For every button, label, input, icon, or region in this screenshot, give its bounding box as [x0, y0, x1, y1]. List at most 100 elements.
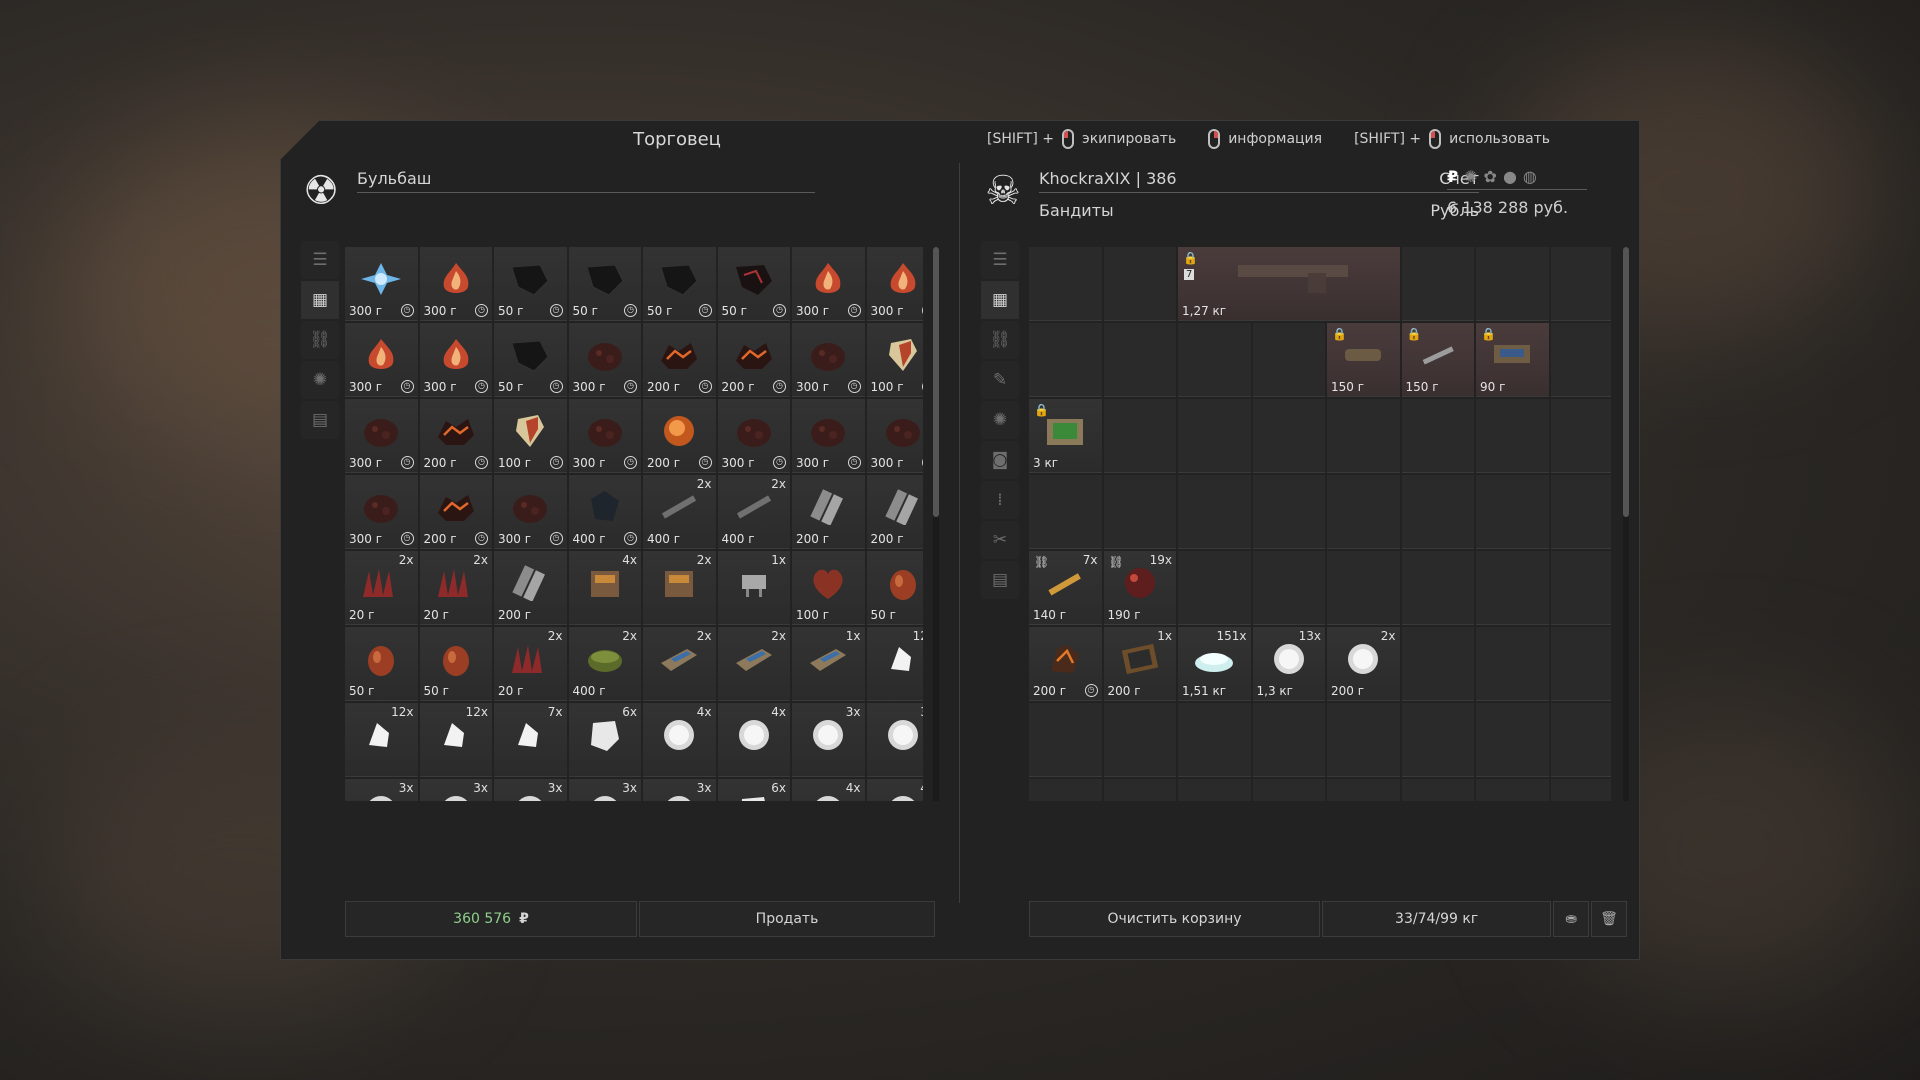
player-item-slot[interactable] — [1029, 779, 1102, 801]
tab-artifacts[interactable]: ✺ — [301, 361, 339, 399]
pistol-item-slot[interactable]: 🔒 7 1,27 кг — [1178, 247, 1400, 321]
tab-ammo[interactable]: ⁞ — [981, 481, 1019, 519]
tab-list[interactable]: ☰ — [981, 241, 1019, 279]
sell-button[interactable]: Продать — [639, 901, 935, 937]
ruble-icon[interactable]: ₽ — [1447, 167, 1458, 186]
player-item-slot[interactable] — [1252, 399, 1325, 473]
trader-item-slot[interactable]: 50 г — [866, 551, 923, 625]
player-item-slot[interactable] — [1550, 551, 1611, 625]
player-item-slot[interactable] — [1550, 779, 1611, 801]
trader-scrollbar[interactable] — [933, 247, 939, 801]
player-item-slot[interactable] — [1178, 551, 1251, 625]
trader-item-slot[interactable]: 300 г ◷ — [792, 399, 865, 473]
trader-item-slot[interactable]: 2x 20 г — [419, 551, 492, 625]
trader-item-slot[interactable]: 4x — [568, 551, 641, 625]
tab-tools[interactable]: ✂ — [981, 521, 1019, 559]
player-item-slot[interactable] — [1550, 703, 1611, 777]
trader-item-slot[interactable]: 2x 400 г — [717, 475, 790, 549]
trader-item-slot[interactable]: 300 г ◷ — [568, 323, 641, 397]
player-item-slot[interactable] — [1103, 779, 1176, 801]
player-item-slot[interactable] — [1029, 703, 1102, 777]
trader-item-slot[interactable]: 12x — [345, 703, 418, 777]
trader-item-slot[interactable]: 2x — [717, 627, 790, 701]
tab-list[interactable]: ☰ — [301, 241, 339, 279]
tab-containers[interactable]: ▤ — [301, 401, 339, 439]
trader-item-slot[interactable]: 400 г ◷ — [568, 475, 641, 549]
trader-item-slot[interactable]: 50 г ◷ — [643, 247, 716, 321]
player-item-slot[interactable] — [1327, 703, 1400, 777]
trader-item-slot[interactable]: 2x — [643, 551, 716, 625]
trader-item-slot[interactable]: 200 г ◷ — [419, 399, 492, 473]
trader-item-slot[interactable]: 300 г ◷ — [345, 323, 418, 397]
trader-item-slot[interactable]: 100 г ◷ — [866, 323, 923, 397]
globe-currency-icon[interactable]: ◍ — [1523, 167, 1537, 186]
pda-item-slot[interactable]: 🔒 3 кг — [1029, 399, 1102, 473]
player-item-slot[interactable] — [1401, 399, 1474, 473]
trader-item-slot[interactable]: 2x 20 г — [345, 551, 418, 625]
player-scrollbar[interactable] — [1623, 247, 1629, 801]
trader-item-slot[interactable]: 6x — [568, 703, 641, 777]
trader-item-slot[interactable]: 300 г ◷ — [792, 247, 865, 321]
player-item-slot[interactable] — [1029, 323, 1102, 397]
player-item-slot[interactable] — [1401, 703, 1474, 777]
trader-item-slot[interactable]: 300 г ◷ — [345, 399, 418, 473]
player-item-slot[interactable] — [1252, 475, 1325, 549]
trader-item-slot[interactable]: 50 г ◷ — [717, 247, 790, 321]
trader-item-slot[interactable]: 4x — [866, 779, 923, 801]
trader-item-slot[interactable]: 300 г ◷ — [866, 247, 923, 321]
trader-item-slot[interactable]: 3x — [792, 703, 865, 777]
player-item-slot[interactable] — [1103, 475, 1176, 549]
trader-item-slot[interactable]: 200 г ◷ — [643, 323, 716, 397]
player-item-slot[interactable] — [1178, 399, 1251, 473]
trader-item-slot[interactable]: 300 г ◷ — [494, 475, 567, 549]
trader-item-slot[interactable]: 300 г ◷ — [419, 323, 492, 397]
trader-item-slot[interactable]: 2x 400 г — [568, 627, 641, 701]
tab-knives[interactable]: ✎ — [981, 361, 1019, 399]
player-item-slot[interactable] — [1476, 703, 1549, 777]
trader-item-slot[interactable]: 300 г ◷ — [345, 475, 418, 549]
trader-item-slot[interactable]: 300 г ◷ — [345, 247, 418, 321]
player-item-slot[interactable]: 2x 200 г — [1327, 627, 1400, 701]
trader-item-slot[interactable]: 4x — [643, 703, 716, 777]
player-item-slot[interactable]: 1x 200 г — [1103, 627, 1176, 701]
player-item-slot[interactable] — [1550, 627, 1611, 701]
trader-item-slot[interactable]: 50 г ◷ — [494, 323, 567, 397]
player-item-slot[interactable] — [1401, 627, 1474, 701]
tab-grid[interactable]: ▦ — [981, 281, 1019, 319]
gear-currency-icon[interactable]: ✺ — [1464, 167, 1477, 186]
player-item-slot[interactable] — [1029, 247, 1102, 321]
trader-item-slot[interactable]: 3x — [643, 779, 716, 801]
player-item-slot[interactable] — [1476, 399, 1549, 473]
trader-item-slot[interactable]: 200 г ◷ — [643, 399, 716, 473]
trader-item-slot[interactable]: 12x — [866, 627, 923, 701]
player-item-slot[interactable]: 200 г ◷ — [1029, 627, 1102, 701]
trader-item-slot[interactable]: 50 г — [345, 627, 418, 701]
trader-item-slot[interactable]: 100 г ◷ — [494, 399, 567, 473]
player-item-slot[interactable] — [1476, 247, 1549, 321]
clear-cart-button[interactable]: Очистить корзину — [1029, 901, 1321, 937]
trader-item-slot[interactable]: 50 г ◷ — [494, 247, 567, 321]
flower-currency-icon[interactable]: ✿ — [1484, 167, 1497, 186]
trader-item-slot[interactable]: 200 г — [792, 475, 865, 549]
tab-links[interactable]: ⛓ — [301, 321, 339, 359]
player-item-slot[interactable] — [1252, 551, 1325, 625]
trader-item-slot[interactable]: 3x — [494, 779, 567, 801]
tab-camera[interactable]: ◙ — [981, 441, 1019, 479]
trader-item-slot[interactable]: 300 г ◷ — [866, 399, 923, 473]
player-item-slot[interactable] — [1178, 703, 1251, 777]
player-item-slot[interactable] — [1252, 703, 1325, 777]
trader-item-slot[interactable]: 200 г ◷ — [419, 475, 492, 549]
tab-grid[interactable]: ▦ — [301, 281, 339, 319]
trader-item-slot[interactable]: 4x — [717, 703, 790, 777]
player-item-slot[interactable]: 🔒 150 г — [1327, 323, 1400, 397]
player-item-slot[interactable] — [1103, 323, 1176, 397]
trader-item-slot[interactable]: 200 г ◷ — [717, 323, 790, 397]
tab-artifacts[interactable]: ✺ — [981, 401, 1019, 439]
trader-item-slot[interactable]: 3x — [419, 779, 492, 801]
player-item-slot[interactable] — [1103, 703, 1176, 777]
trader-item-slot[interactable]: 4x — [792, 779, 865, 801]
player-item-slot[interactable] — [1103, 399, 1176, 473]
player-item-slot[interactable] — [1327, 399, 1400, 473]
trader-item-slot[interactable]: 2x — [643, 627, 716, 701]
trader-item-slot[interactable]: 300 г ◷ — [717, 399, 790, 473]
